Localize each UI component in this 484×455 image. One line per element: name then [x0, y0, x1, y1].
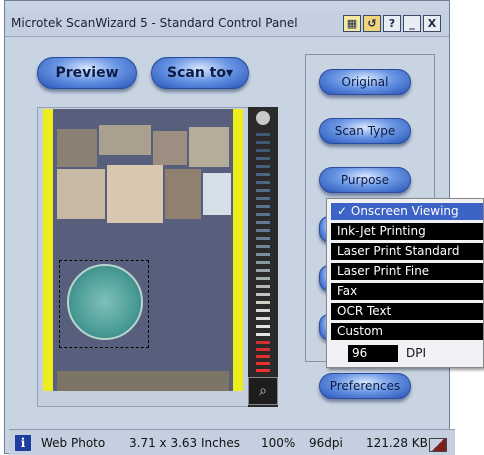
gauge-tick	[256, 317, 270, 320]
purpose-dropdown-menu: ✓ Onscreen Viewing Ink-Jet Printing Lase…	[326, 198, 484, 368]
menu-item-custom[interactable]: Custom	[331, 323, 483, 340]
gauge-tick	[256, 369, 270, 372]
resize-grip-icon[interactable]	[429, 438, 447, 452]
gauge-tick	[256, 165, 270, 168]
scan-type-button[interactable]: Scan Type	[319, 118, 411, 144]
resolution-text: 96dpi	[309, 436, 343, 450]
gauge-tick	[256, 181, 270, 184]
gauge-tick	[256, 237, 270, 240]
dpi-input[interactable]: 96	[348, 345, 398, 362]
photo-thumbnail	[57, 129, 97, 167]
gauge-tick	[256, 348, 270, 351]
menu-item-ocr-text[interactable]: OCR Text	[331, 303, 483, 320]
gauge-tick	[256, 173, 270, 176]
photo-thumbnail	[189, 127, 229, 167]
info-icon[interactable]: i	[15, 435, 31, 451]
preview-image[interactable]	[43, 109, 243, 391]
menu-item-onscreen-viewing[interactable]: ✓ Onscreen Viewing	[331, 203, 483, 220]
scale-text: 100%	[261, 436, 296, 450]
image-type-text: Web Photo	[41, 436, 106, 450]
menu-item-laser-print-fine[interactable]: Laser Print Fine	[331, 263, 483, 280]
original-button[interactable]: Original	[319, 69, 411, 95]
preferences-button[interactable]: Preferences	[319, 373, 411, 399]
gauge-tick	[256, 293, 270, 296]
gauge-tick	[256, 141, 270, 144]
scan-frame-left-edge	[43, 109, 53, 391]
photo-thumbnail	[99, 125, 151, 155]
color-palette-icon[interactable]: ▦	[343, 15, 361, 32]
photo-strip	[57, 371, 229, 391]
preview-button[interactable]: Preview	[37, 57, 137, 89]
scan-frame-right-edge	[233, 109, 243, 391]
dpi-label: DPI	[406, 346, 427, 360]
gauge-tick	[256, 197, 270, 200]
gauge-tick	[256, 341, 270, 344]
gauge-tick	[256, 253, 270, 256]
menu-item-ink-jet-printing[interactable]: Ink-Jet Printing	[331, 223, 483, 240]
gauge-tick	[256, 133, 270, 136]
help-button[interactable]: ?	[383, 15, 401, 32]
menu-item-laser-print-standard[interactable]: Laser Print Standard	[331, 243, 483, 260]
gauge-tick	[256, 269, 270, 272]
photo-thumbnail	[107, 165, 163, 223]
photo-thumbnail	[165, 169, 201, 219]
gauge-tick	[256, 261, 270, 264]
gauge-tick	[256, 285, 270, 288]
gauge-top-icon[interactable]	[256, 111, 270, 125]
scan-to-button[interactable]: Scan to▾	[151, 57, 249, 89]
gauge-tick	[256, 157, 270, 160]
minimize-button[interactable]: _	[403, 15, 421, 32]
undo-icon[interactable]: ↺	[363, 15, 381, 32]
gauge-tick	[256, 309, 270, 312]
gauge-tick	[256, 333, 270, 336]
gauge-tick	[256, 245, 270, 248]
gauge-tick	[256, 362, 270, 365]
title-bar[interactable]: Microtek ScanWizard 5 - Standard Control…	[5, 11, 449, 37]
gauge-tick	[256, 277, 270, 280]
photo-thumbnail	[203, 173, 231, 215]
exposure-gauge[interactable]	[248, 107, 278, 407]
photo-thumbnail	[57, 169, 105, 219]
gauge-tick	[256, 229, 270, 232]
scan-selection-frame[interactable]	[59, 260, 149, 348]
purpose-button[interactable]: Purpose	[319, 167, 411, 193]
gauge-tick	[256, 325, 270, 328]
file-size-text: 121.28 KB	[366, 436, 428, 450]
gauge-tick	[256, 213, 270, 216]
gauge-tick	[256, 221, 270, 224]
gauge-tick	[256, 189, 270, 192]
dimensions-text: 3.71 x 3.63 Inches	[129, 436, 240, 450]
menu-item-fax[interactable]: Fax	[331, 283, 483, 300]
gauge-tick	[256, 301, 270, 304]
photo-thumbnail	[153, 131, 187, 165]
zoom-magnifier-icon[interactable]: ⌕	[248, 377, 278, 405]
window-title: Microtek ScanWizard 5 - Standard Control…	[11, 16, 298, 30]
gauge-tick	[256, 205, 270, 208]
close-button[interactable]: X	[423, 15, 441, 32]
gauge-tick	[256, 355, 270, 358]
status-bar: i Web Photo 3.71 x 3.63 Inches 100% 96dp…	[9, 429, 455, 455]
gauge-tick	[256, 149, 270, 152]
